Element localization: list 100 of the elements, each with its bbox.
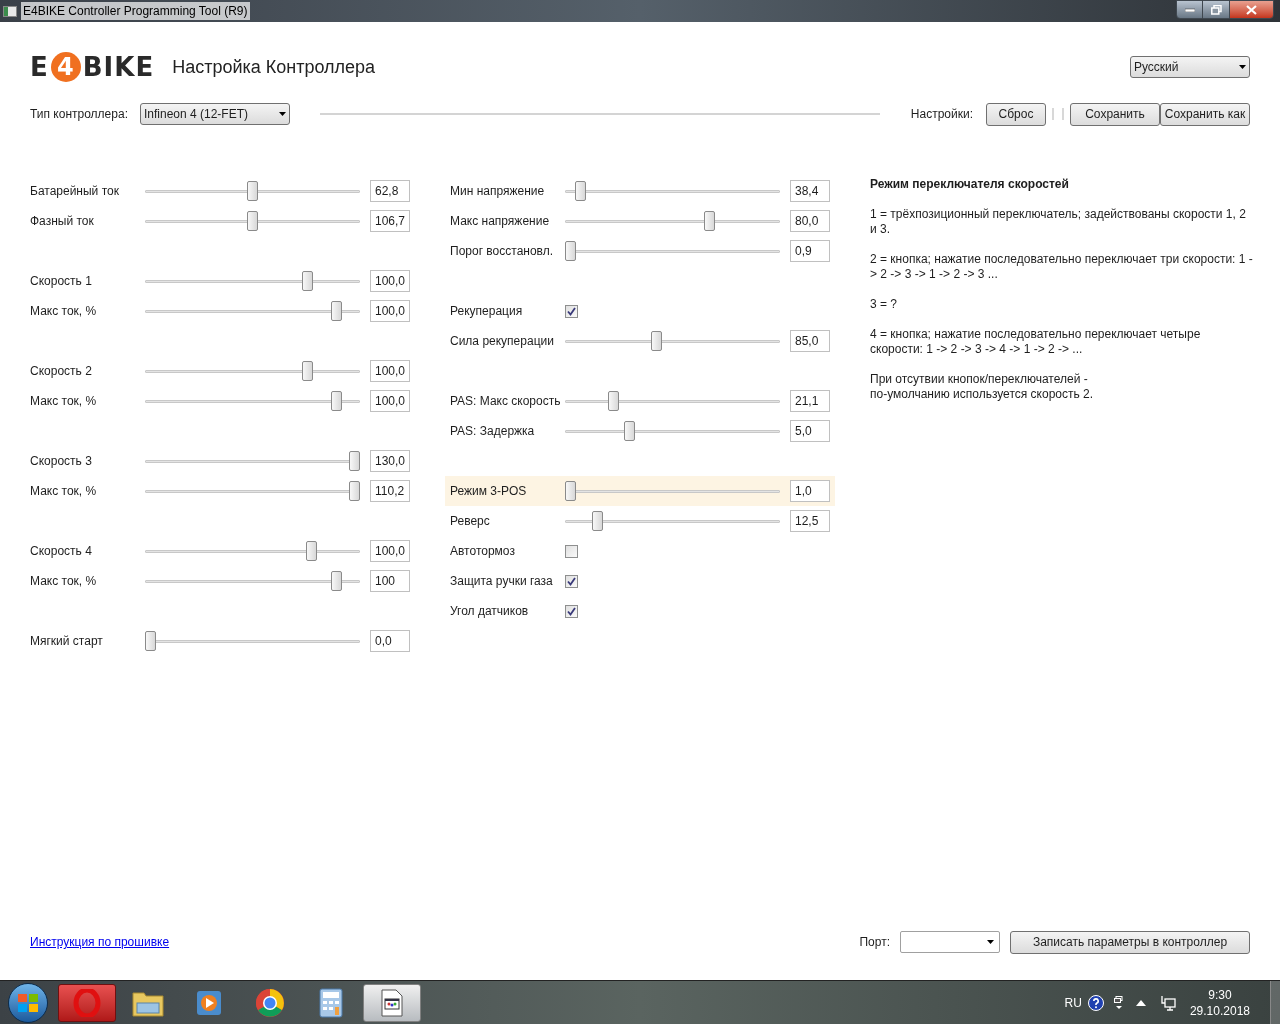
slider[interactable] — [565, 181, 780, 201]
value-field[interactable]: 85,0 — [790, 330, 830, 352]
save-as-button[interactable]: Сохранить как — [1160, 102, 1250, 126]
port-dropdown[interactable] — [900, 931, 1000, 953]
slider-thumb[interactable] — [247, 211, 258, 231]
page-title: Настройка Контроллера — [172, 55, 376, 79]
slider[interactable] — [565, 211, 780, 231]
minimize-button[interactable] — [1176, 0, 1203, 19]
field-label: PAS: Макс скорость — [450, 393, 562, 410]
value-field[interactable]: 100,0 — [370, 270, 410, 292]
network-icon[interactable] — [1159, 994, 1176, 1011]
clock-time[interactable]: 9:30 — [1208, 986, 1232, 1003]
value-field[interactable]: 130,0 — [370, 450, 410, 472]
slider[interactable] — [145, 631, 360, 651]
slider[interactable] — [565, 511, 780, 531]
slider[interactable] — [145, 361, 360, 381]
slider-thumb[interactable] — [703, 211, 715, 231]
slider[interactable] — [145, 211, 360, 231]
value-field[interactable]: 0,9 — [790, 240, 830, 262]
start-button[interactable] — [8, 982, 48, 1023]
value-field[interactable]: 100,0 — [370, 360, 410, 382]
slider[interactable] — [145, 571, 360, 591]
reset-button[interactable]: Сброс — [986, 102, 1046, 126]
slider-thumb[interactable] — [330, 391, 342, 411]
window-switch-icon[interactable] — [1113, 995, 1124, 1010]
slider-thumb[interactable] — [591, 511, 603, 531]
field-label: Режим 3-POS — [450, 483, 528, 500]
language-dropdown[interactable]: Русский — [1130, 56, 1250, 78]
restore-button[interactable] — [1203, 0, 1229, 19]
taskbar-app-button[interactable] — [363, 983, 421, 1022]
value-field[interactable]: 110,2 — [370, 480, 410, 502]
help-paragraph: 4 = кнопка; нажатие последовательно переключает четыре скорости: 1 -> 2 -> 3 -> 4 -> 1 -> 2 -> ... — [870, 327, 1202, 357]
slider[interactable] — [145, 541, 360, 561]
show-desktop-button[interactable] — [1270, 981, 1280, 1024]
field-label: Сила рекуперации — [450, 333, 555, 350]
help-paragraph: 1 = трёхпозиционный переключатель; задействованы скорости 1, 2 и 3. — [870, 207, 1247, 237]
slider[interactable] — [145, 301, 360, 321]
dropdown-arrow-icon — [1239, 65, 1246, 69]
slider[interactable] — [145, 181, 360, 201]
firmware-instructions-link[interactable]: Инструкция по прошивке — [30, 933, 170, 951]
slider-thumb[interactable] — [349, 481, 360, 501]
play-icon — [195, 988, 223, 1017]
dropdown-arrow-icon — [278, 112, 286, 116]
value-field[interactable]: 12,5 — [790, 510, 830, 532]
slider-thumb[interactable] — [565, 241, 576, 261]
field-label: Мягкий старт — [30, 633, 104, 650]
slider[interactable] — [565, 481, 780, 501]
value-field[interactable]: 106,7 — [370, 210, 410, 232]
value-field[interactable]: 100,0 — [370, 300, 410, 322]
checkbox[interactable] — [565, 544, 578, 558]
slider[interactable] — [565, 421, 780, 441]
value-field[interactable]: 38,4 — [790, 180, 830, 202]
field-label: Скорость 2 — [30, 363, 93, 380]
save-button[interactable]: Сохранить — [1070, 102, 1160, 126]
close-button[interactable] — [1229, 0, 1274, 19]
slider-thumb[interactable] — [145, 631, 156, 651]
field-label: Скорость 3 — [30, 453, 93, 470]
value-field[interactable]: 0,0 — [370, 630, 410, 652]
value-field[interactable]: 100,0 — [370, 390, 410, 412]
slider-thumb[interactable] — [565, 481, 576, 501]
slider[interactable] — [145, 391, 360, 411]
value-field[interactable]: 1,0 — [790, 480, 830, 502]
slider[interactable] — [145, 271, 360, 291]
slider-thumb[interactable] — [349, 451, 360, 471]
show-hidden-icons-icon[interactable] — [1135, 999, 1146, 1006]
checkbox[interactable] — [565, 574, 578, 588]
slider[interactable] — [565, 241, 780, 261]
input-language-indicator[interactable]: RU — [1064, 993, 1082, 1012]
slider-thumb[interactable] — [247, 181, 258, 201]
slider-thumb[interactable] — [575, 181, 587, 201]
help-icon[interactable] — [1087, 994, 1104, 1011]
circle-logo-icon — [255, 987, 285, 1018]
slider[interactable] — [145, 481, 360, 501]
checkbox[interactable] — [565, 304, 578, 318]
slider[interactable] — [145, 451, 360, 471]
slider[interactable] — [565, 331, 780, 351]
checkbox[interactable] — [565, 604, 578, 618]
slider-thumb[interactable] — [624, 421, 636, 441]
value-field[interactable]: 80,0 — [790, 210, 830, 232]
slider[interactable] — [565, 391, 780, 411]
slider-thumb[interactable] — [607, 391, 619, 411]
minimize-icon — [1184, 7, 1195, 12]
slider-thumb[interactable] — [302, 271, 314, 291]
value-field[interactable]: 62,8 — [370, 180, 410, 202]
slider-thumb[interactable] — [302, 361, 314, 381]
value-field[interactable]: 100 — [370, 570, 410, 592]
slider-thumb[interactable] — [650, 331, 662, 351]
value-field[interactable]: 5,0 — [790, 420, 830, 442]
value-field[interactable]: 21,1 — [790, 390, 830, 412]
windows-logo-icon — [18, 993, 38, 1012]
field-label: Рекуперация — [450, 303, 524, 320]
controller-type-dropdown[interactable]: Infineon 4 (12-FET) — [139, 103, 290, 125]
clock-date[interactable]: 29.10.2018 — [1189, 1002, 1250, 1019]
slider-thumb[interactable] — [306, 541, 318, 561]
field-label: Макс ток, % — [30, 483, 98, 500]
slider-thumb[interactable] — [330, 301, 342, 321]
value-field[interactable]: 100,0 — [370, 540, 410, 562]
slider-thumb[interactable] — [330, 571, 342, 591]
write-parameters-button[interactable]: Записать параметры в контроллер — [1010, 930, 1250, 954]
settings-label: Настройки: — [910, 106, 973, 123]
